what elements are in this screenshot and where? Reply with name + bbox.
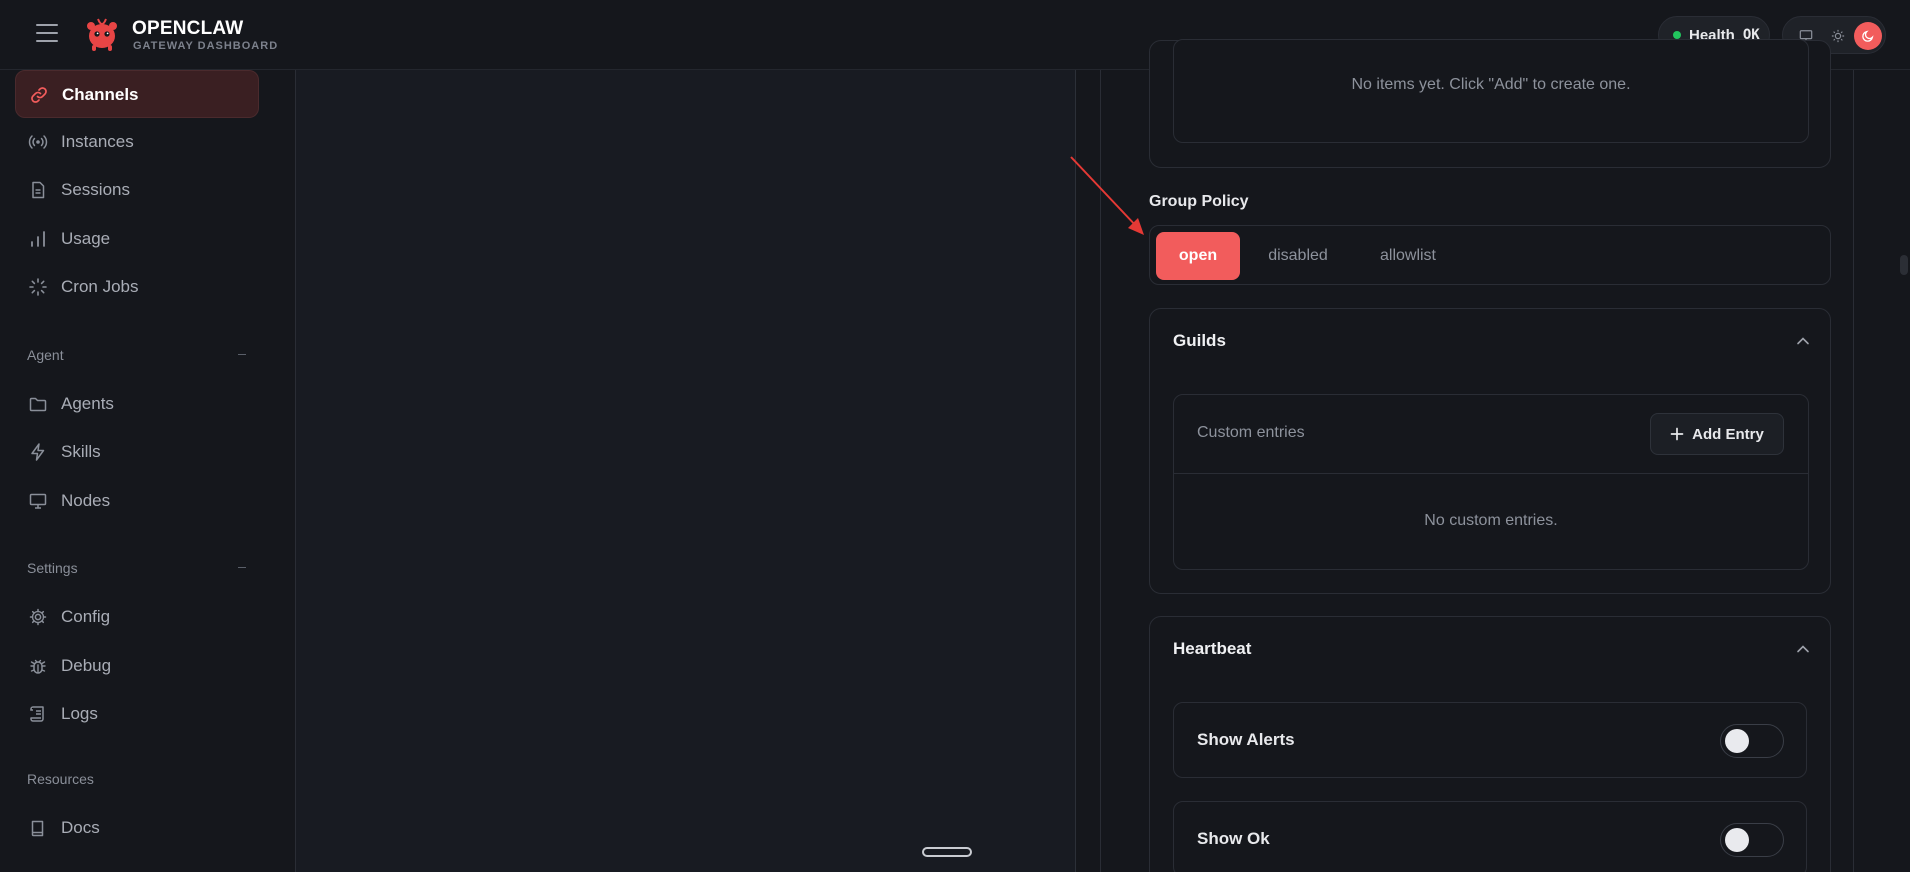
brand-title: OPENCLAW [132,18,244,39]
sidebar-item-label: Nodes [61,491,111,510]
sidebar-item-skills[interactable]: Skills [15,428,259,476]
scrollbar-thumb[interactable] [1900,255,1908,275]
sidebar-item-docs[interactable]: Docs [15,804,259,852]
sidebar-item-usage[interactable]: Usage [15,215,259,263]
show-alerts-toggle[interactable] [1720,724,1784,758]
items-empty-box: No items yet. Click "Add" to create one. [1173,39,1809,143]
sidebar-item-instances[interactable]: Instances [15,118,259,166]
folder-icon [29,397,47,412]
sidebar-item-nodes[interactable]: Nodes [15,477,259,525]
monitor-icon [29,493,47,509]
sidebar-item-label: Skills [61,442,101,461]
policy-option-allowlist[interactable]: allowlist [1358,232,1458,280]
divider [1174,473,1808,474]
section-agent: Agent [27,347,64,363]
show-ok-label: Show Ok [1197,829,1270,848]
sidebar-item-label: Logs [61,704,98,723]
no-custom-entries-note: No custom entries. [1424,512,1558,529]
sidebar-item-label: Config [61,607,111,626]
custom-entries-label: Custom entries [1197,424,1305,441]
group-policy-label: Group Policy [1149,193,1249,210]
collapse-agent-icon[interactable] [238,354,246,355]
sidebar-item-logs[interactable]: Logs [15,690,259,738]
sidebar-item-label: Agents [61,394,114,413]
custom-entries-box: Custom entries Add Entry No custom entri… [1173,394,1809,570]
scroll-icon [30,706,44,722]
show-alerts-row: Show Alerts [1173,702,1807,778]
sidebar-item-channels[interactable]: Channels [15,70,259,118]
status-dot-icon [1673,31,1681,39]
chevron-up-icon[interactable] [1796,642,1810,656]
sidebar-item-label: Usage [61,229,111,248]
bolt-icon [31,443,45,461]
section-resources: Resources [27,771,94,787]
sidebar-item-sessions[interactable]: Sessions [15,166,259,214]
show-ok-row: Show Ok [1173,801,1807,872]
chevron-up-icon[interactable] [1796,334,1810,348]
sidebar-item-label: Cron Jobs [61,277,139,296]
moon-icon [1862,30,1874,42]
show-ok-toggle[interactable] [1720,823,1784,857]
sidebar-item-cron-jobs[interactable]: Cron Jobs [15,263,259,311]
file-icon [32,181,45,199]
loader-icon [29,278,47,296]
annotation-arrow [1070,156,1144,235]
policy-option-disabled[interactable]: disabled [1250,232,1346,280]
collapse-settings-icon[interactable] [238,567,246,568]
section-settings: Settings [27,560,78,576]
sidebar-item-agents[interactable]: Agents [15,380,259,428]
guilds-title: Guilds [1173,331,1226,350]
items-card: No items yet. Click "Add" to create one. [1149,39,1831,168]
sidebar-item-label: Debug [61,656,112,675]
link-icon [31,87,47,103]
openclaw-logo [87,18,117,51]
policy-option-open[interactable]: open [1156,232,1240,280]
sidebar-item-label: Docs [61,818,100,837]
broadcast-icon [28,135,48,149]
brand-subtitle: GATEWAY DASHBOARD [133,40,279,52]
preview-panel [296,70,1076,872]
group-policy-selector: open disabled allowlist [1149,225,1831,285]
empty-items-note: No items yet. Click "Add" to create one. [1351,76,1631,93]
bug-icon [30,659,46,674]
resize-handle[interactable] [922,847,972,857]
menu-icon[interactable] [36,24,58,44]
guilds-card: Guilds Custom entries Add Entry No custo… [1149,308,1831,594]
show-alerts-label: Show Alerts [1197,730,1295,749]
heartbeat-title: Heartbeat [1173,639,1252,658]
bar-chart-icon [31,231,45,247]
sidebar-item-config[interactable]: Config [15,593,259,641]
add-entry-label: Add Entry [1692,425,1764,443]
add-entry-button[interactable]: Add Entry [1650,413,1784,455]
sidebar-item-label: Instances [61,132,134,151]
dark-theme-button[interactable] [1854,22,1882,50]
sidebar-item-debug[interactable]: Debug [15,642,259,690]
gear-icon [29,608,47,626]
sidebar-item-label: Channels [62,85,139,104]
sidebar-item-label: Sessions [61,180,130,199]
sidebar: Channels Instances Sessions Usage Cron J… [0,70,296,872]
plus-icon [1670,427,1684,441]
sun-icon [1831,29,1845,43]
book-icon [31,820,44,837]
